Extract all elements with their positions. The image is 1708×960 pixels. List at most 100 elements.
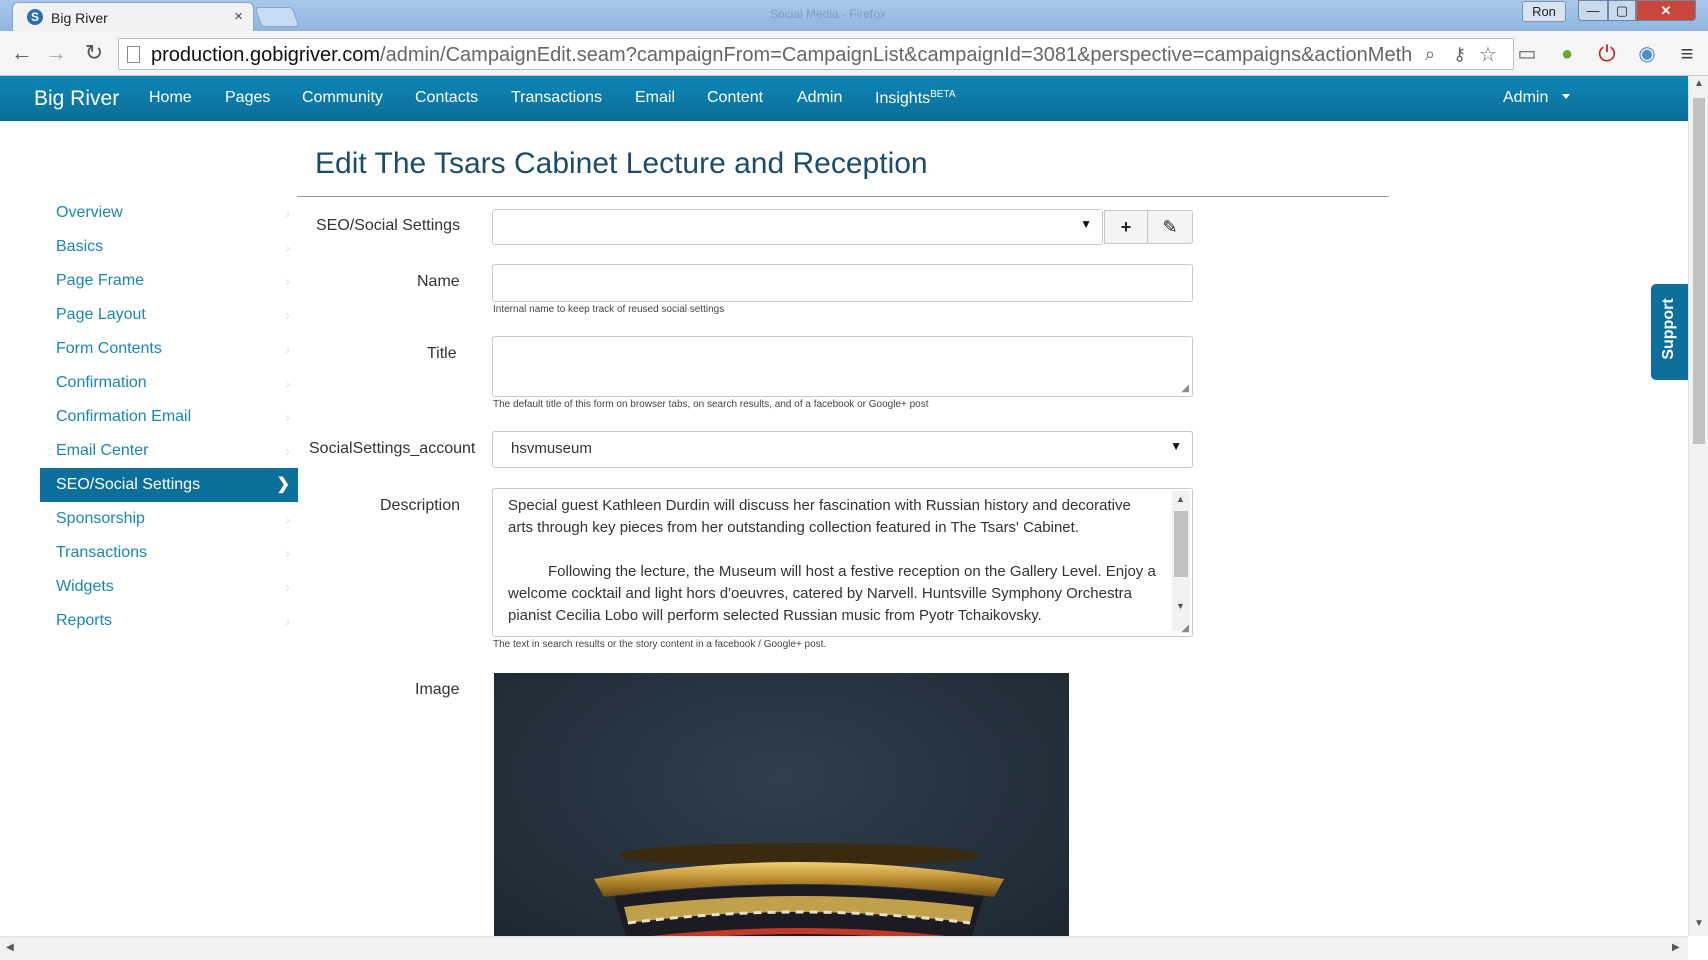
account-value: hsvmuseum — [511, 440, 592, 457]
sidebar-item-confirmation-email[interactable]: Confirmation Email › — [40, 400, 298, 434]
account-label: SocialSettings_account — [309, 440, 476, 457]
chevron-right-icon: › — [285, 341, 290, 357]
sidebar-item-transactions[interactable]: Transactions › — [40, 536, 298, 570]
sidebar-item-basics[interactable]: Basics › — [40, 230, 298, 264]
nav-home[interactable]: Home — [149, 89, 192, 107]
nav-email[interactable]: Email — [635, 89, 675, 107]
title-label: Title — [427, 345, 457, 362]
sidebar-item-label: Transactions — [56, 544, 147, 561]
url-path: /admin/CampaignEdit.seam?campaignFrom=Ca… — [380, 44, 1413, 66]
scroll-down-icon[interactable]: ▼ — [1694, 918, 1704, 929]
textarea-scroll-thumb[interactable] — [1174, 511, 1188, 577]
new-tab-button[interactable] — [254, 7, 300, 27]
resize-handle-icon[interactable]: ◢ — [1181, 623, 1189, 634]
search-icon[interactable]: ⌕ — [1425, 44, 1435, 65]
sidebar-item-label: Sponsorship — [56, 510, 145, 527]
page-scroll-thumb[interactable] — [1693, 98, 1705, 444]
page-icon — [127, 46, 140, 63]
minimize-button[interactable]: — — [1578, 0, 1608, 21]
big-river-favicon-icon: S — [27, 9, 43, 25]
tab-close-icon[interactable]: × — [234, 8, 243, 25]
reload-icon[interactable]: ↻ — [80, 39, 108, 67]
sidebar-item-reports[interactable]: Reports › — [40, 604, 298, 638]
sidebar-item-page-frame[interactable]: Page Frame › — [40, 264, 298, 298]
nav-admin[interactable]: Admin — [797, 89, 842, 107]
url-host: production.gobigriver.com — [151, 44, 381, 66]
description-paragraph: Special guest Kathleen Durdin will discu… — [508, 497, 1131, 536]
support-button[interactable]: Support — [1651, 284, 1688, 380]
sidebar-item-overview[interactable]: Overview › — [40, 196, 298, 230]
sidebar-item-label: Form Contents — [56, 340, 162, 357]
nav-community[interactable]: Community — [302, 89, 383, 107]
bookmark-star-icon[interactable]: ☆ — [1479, 42, 1497, 67]
dropdown-arrow-icon: ▼ — [1170, 439, 1182, 453]
camera-icon[interactable]: ◉ — [1634, 41, 1660, 67]
sidebar-item-widgets[interactable]: Widgets › — [40, 570, 298, 604]
nav-pages[interactable]: Pages — [225, 89, 270, 107]
add-settings-button[interactable]: + — [1104, 210, 1148, 244]
chevron-right-icon: › — [285, 409, 290, 425]
adblock-icon[interactable]: ⏻ — [1594, 41, 1620, 67]
key-icon[interactable]: ⚷ — [1453, 44, 1466, 65]
sidebar-item-label: Basics — [56, 238, 104, 255]
beta-badge: BETA — [930, 89, 956, 100]
horizontal-scrollbar[interactable]: ◀ ▶ — [0, 936, 1688, 960]
nav-content[interactable]: Content — [707, 89, 763, 107]
campaign-image[interactable] — [494, 673, 1069, 936]
tab-title: Big River — [51, 10, 108, 26]
sidebar-item-confirmation[interactable]: Confirmation › — [40, 366, 298, 400]
chevron-right-icon: › — [285, 205, 290, 221]
sidebar-item-email-center[interactable]: Email Center › — [40, 434, 298, 468]
page-scrollbar[interactable]: ▲ ▼ — [1688, 76, 1708, 936]
account-select[interactable]: hsvmuseum ▼ — [492, 431, 1193, 468]
page-title: Edit The Tsars Cabinet Lecture and Recep… — [315, 147, 928, 180]
nav-contacts[interactable]: Contacts — [415, 89, 478, 107]
url-text: production.gobigriver.com/admin/Campaign… — [151, 44, 1421, 67]
browser-tab[interactable]: S Big River × — [12, 2, 254, 31]
scroll-right-icon[interactable]: ▶ — [1672, 942, 1680, 953]
chevron-right-icon: › — [285, 307, 290, 323]
nav-transactions[interactable]: Transactions — [511, 89, 602, 107]
name-label: Name — [417, 273, 460, 290]
resize-handle-icon[interactable]: ◢ — [1181, 383, 1189, 394]
back-arrow-icon[interactable]: ← — [8, 39, 36, 67]
scroll-up-icon[interactable]: ▲ — [1176, 494, 1185, 504]
title-divider — [297, 196, 1389, 197]
chevron-right-icon: › — [285, 443, 290, 459]
seo-settings-select[interactable]: ▼ — [492, 209, 1103, 245]
admin-user-menu[interactable]: Admin — [1503, 89, 1571, 107]
sidebar-item-label: Confirmation Email — [56, 408, 192, 425]
chevron-right-icon: ❯ — [276, 476, 290, 493]
cast-icon[interactable]: ▭ — [1514, 41, 1540, 67]
forward-arrow-icon[interactable]: → — [42, 39, 70, 67]
address-bar[interactable]: production.gobigriver.com/admin/Campaign… — [118, 38, 1514, 70]
browser-toolbar: ← → ↻ production.gobigriver.com/admin/Ca… — [0, 31, 1708, 76]
sidebar-item-label: Overview — [56, 204, 123, 221]
extension-icon[interactable]: ● — [1554, 41, 1580, 67]
scroll-left-icon[interactable]: ◀ — [6, 942, 14, 953]
menu-icon[interactable]: ≡ — [1674, 41, 1700, 67]
sidebar-item-page-layout[interactable]: Page Layout › — [40, 298, 298, 332]
chevron-down-icon — [1562, 94, 1571, 99]
title-field[interactable]: ◢ — [492, 336, 1193, 397]
sidebar-nav: Overview › Basics › Page Frame › Page Layou… — [40, 196, 298, 638]
seo-settings-label: SEO/Social Settings — [316, 217, 461, 234]
maximize-button[interactable]: ▢ — [1608, 0, 1636, 21]
textarea-scrollbar[interactable]: ▲ ▼ — [1172, 491, 1190, 631]
user-profile-badge[interactable]: Ron — [1522, 1, 1566, 22]
name-field[interactable] — [492, 264, 1193, 302]
sidebar-item-seo-social-settings[interactable]: SEO/Social Settings ❯ — [40, 468, 298, 502]
sidebar-item-sponsorship[interactable]: Sponsorship › — [40, 502, 298, 536]
scroll-down-icon[interactable]: ▼ — [1176, 601, 1185, 611]
scroll-up-icon[interactable]: ▲ — [1694, 78, 1704, 89]
sidebar-item-label: Widgets — [56, 578, 114, 595]
brand-logo[interactable]: Big River — [34, 87, 119, 111]
chevron-right-icon: › — [285, 545, 290, 561]
description-textarea[interactable]: Special guest Kathleen Durdin will discu… — [492, 488, 1193, 637]
nav-insights-label: Insights — [875, 90, 931, 107]
nav-insights[interactable]: InsightsBETA — [875, 89, 956, 108]
support-label: Support — [1660, 298, 1677, 360]
close-window-button[interactable]: ✕ — [1636, 0, 1696, 21]
sidebar-item-form-contents[interactable]: Form Contents › — [40, 332, 298, 366]
edit-settings-button[interactable]: ✎ — [1147, 210, 1193, 244]
